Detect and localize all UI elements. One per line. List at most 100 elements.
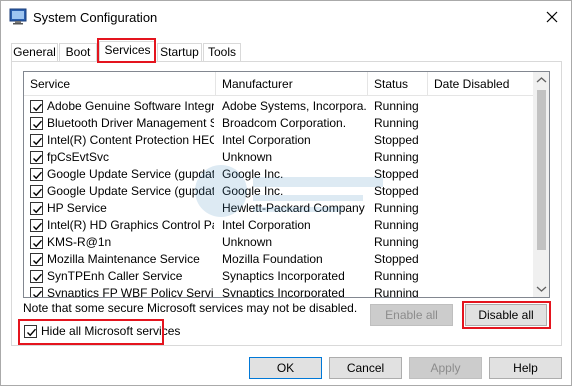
checkbox[interactable] (24, 325, 37, 338)
table-row[interactable]: KMS-R@1n Unknown Running (24, 234, 533, 251)
service-name-cell: Mozilla Maintenance Service (47, 252, 200, 266)
service-checkbox[interactable] (30, 185, 43, 198)
status-cell: Stopped (374, 133, 419, 147)
manufacturer-cell: Mozilla Foundation (222, 252, 323, 266)
manufacturer-cell: Google Inc. (222, 167, 284, 181)
status-cell: Running (374, 218, 419, 232)
service-checkbox[interactable] (30, 151, 43, 164)
hide-ms-services-label: Hide all Microsoft services (41, 324, 181, 338)
table-row[interactable]: Synaptics FP WBF Policy Service Synaptics… (24, 285, 533, 298)
scroll-up-icon[interactable] (533, 72, 550, 89)
table-row[interactable]: Intel(R) Content Protection HEC... Intel … (24, 132, 533, 149)
checkmark-icon (33, 120, 43, 129)
date-disabled-cell (434, 268, 531, 285)
tab-general[interactable]: General (11, 43, 58, 62)
checkmark-icon (33, 256, 43, 265)
manufacturer-cell: Unknown (222, 150, 273, 164)
date-disabled-cell (434, 217, 531, 234)
cancel-button[interactable]: Cancel (329, 357, 402, 379)
checkmark-icon (33, 290, 43, 297)
tab-boot[interactable]: Boot (59, 43, 97, 62)
service-checkbox[interactable] (30, 219, 43, 232)
manufacturer-cell: Adobe Systems, Incorpora... (222, 99, 366, 113)
manufacturer-cell: Synaptics Incorporated (222, 286, 345, 298)
checkmark-icon (33, 205, 43, 214)
help-button[interactable]: Help (489, 357, 562, 379)
table-row[interactable]: Mozilla Maintenance Service Mozilla Found… (24, 251, 533, 268)
status-cell: Running (374, 150, 419, 164)
enable-all-button[interactable]: Enable all (370, 304, 453, 326)
service-checkbox[interactable] (30, 134, 43, 147)
service-checkbox[interactable] (30, 287, 43, 297)
list-header: Service Manufacturer Status Date Disable… (24, 72, 533, 96)
msconfig-icon (9, 8, 27, 25)
table-row[interactable]: SynTPEnh Caller Service Synaptics Incorpo… (24, 268, 533, 285)
title-bar[interactable]: System Configuration (1, 1, 571, 33)
service-name-cell: KMS-R@1n (47, 235, 112, 249)
disable-all-button[interactable]: Disable all (465, 304, 547, 326)
service-name-cell: Intel(R) HD Graphics Control Pa... (47, 218, 214, 232)
scrollbar-thumb[interactable] (537, 90, 546, 250)
checkmark-icon (33, 222, 43, 231)
table-row[interactable]: fpCsEvtSvc Unknown Running (24, 149, 533, 166)
scroll-down-icon[interactable] (533, 280, 550, 297)
status-cell: Stopped (374, 167, 419, 181)
manufacturer-cell: Broadcom Corporation. (222, 116, 347, 130)
tab-tools[interactable]: Tools (203, 43, 241, 62)
table-row[interactable]: HP Service Hewlett-Packard Company Running (24, 200, 533, 217)
close-icon[interactable] (543, 8, 561, 26)
vertical-scrollbar[interactable] (533, 72, 550, 297)
apply-button[interactable]: Apply (409, 357, 482, 379)
checkmark-icon (33, 154, 43, 163)
tab-startup[interactable]: Startup (157, 43, 202, 62)
date-disabled-cell (434, 98, 531, 115)
status-cell: Running (374, 235, 419, 249)
service-checkbox[interactable] (30, 253, 43, 266)
service-checkbox[interactable] (30, 236, 43, 249)
column-header-date-disabled[interactable]: Date Disabled (428, 72, 533, 96)
service-name-cell: Intel(R) Content Protection HEC... (47, 133, 214, 147)
service-name-cell: SynTPEnh Caller Service (47, 269, 183, 283)
manufacturer-cell: Intel Corporation (222, 133, 311, 147)
manufacturer-cell: Synaptics Incorporated (222, 269, 345, 283)
table-row[interactable]: Bluetooth Driver Management S... Broadcom… (24, 115, 533, 132)
service-checkbox[interactable] (30, 100, 43, 113)
checkmark-icon (33, 103, 43, 112)
checkmark-icon (33, 137, 43, 146)
date-disabled-cell (434, 115, 531, 132)
services-list[interactable]: Service Manufacturer Status Date Disable… (23, 71, 550, 298)
column-header-manufacturer[interactable]: Manufacturer (216, 72, 368, 96)
column-header-service[interactable]: Service (24, 72, 216, 96)
date-disabled-cell (434, 251, 531, 268)
service-name-cell: Adobe Genuine Software Integri... (47, 99, 214, 113)
checkmark-icon (33, 188, 43, 197)
manufacturer-cell: Unknown (222, 235, 273, 249)
date-disabled-cell (434, 234, 531, 251)
system-configuration-window: System Configuration General Boot Servic… (0, 0, 572, 386)
manufacturer-cell: Google Inc. (222, 184, 284, 198)
status-cell: Stopped (374, 252, 419, 266)
note-text: Note that some secure Microsoft services… (23, 301, 358, 315)
status-cell: Running (374, 116, 419, 130)
table-row[interactable]: Google Update Service (gupdatem) Google I… (24, 183, 533, 200)
date-disabled-cell (434, 132, 531, 149)
service-checkbox[interactable] (30, 168, 43, 181)
column-header-status[interactable]: Status (368, 72, 428, 96)
status-cell: Running (374, 269, 419, 283)
date-disabled-cell (434, 285, 531, 297)
table-row[interactable]: Intel(R) HD Graphics Control Pa... Intel … (24, 217, 533, 234)
table-row[interactable]: Google Update Service (gupdate) Google In… (24, 166, 533, 183)
service-checkbox[interactable] (30, 202, 43, 215)
window-title: System Configuration (33, 10, 158, 25)
service-name-cell: HP Service (47, 201, 107, 215)
date-disabled-cell (434, 166, 531, 183)
date-disabled-cell (434, 200, 531, 217)
service-checkbox[interactable] (30, 117, 43, 130)
tab-services[interactable]: Services (99, 41, 156, 63)
service-name-cell: Google Update Service (gupdate) (47, 167, 214, 181)
ok-button[interactable]: OK (249, 357, 322, 379)
service-name-cell: Google Update Service (gupdatem) (47, 184, 214, 198)
table-row[interactable]: Adobe Genuine Software Integri... Adobe S… (24, 98, 533, 115)
date-disabled-cell (434, 183, 531, 200)
service-checkbox[interactable] (30, 270, 43, 283)
